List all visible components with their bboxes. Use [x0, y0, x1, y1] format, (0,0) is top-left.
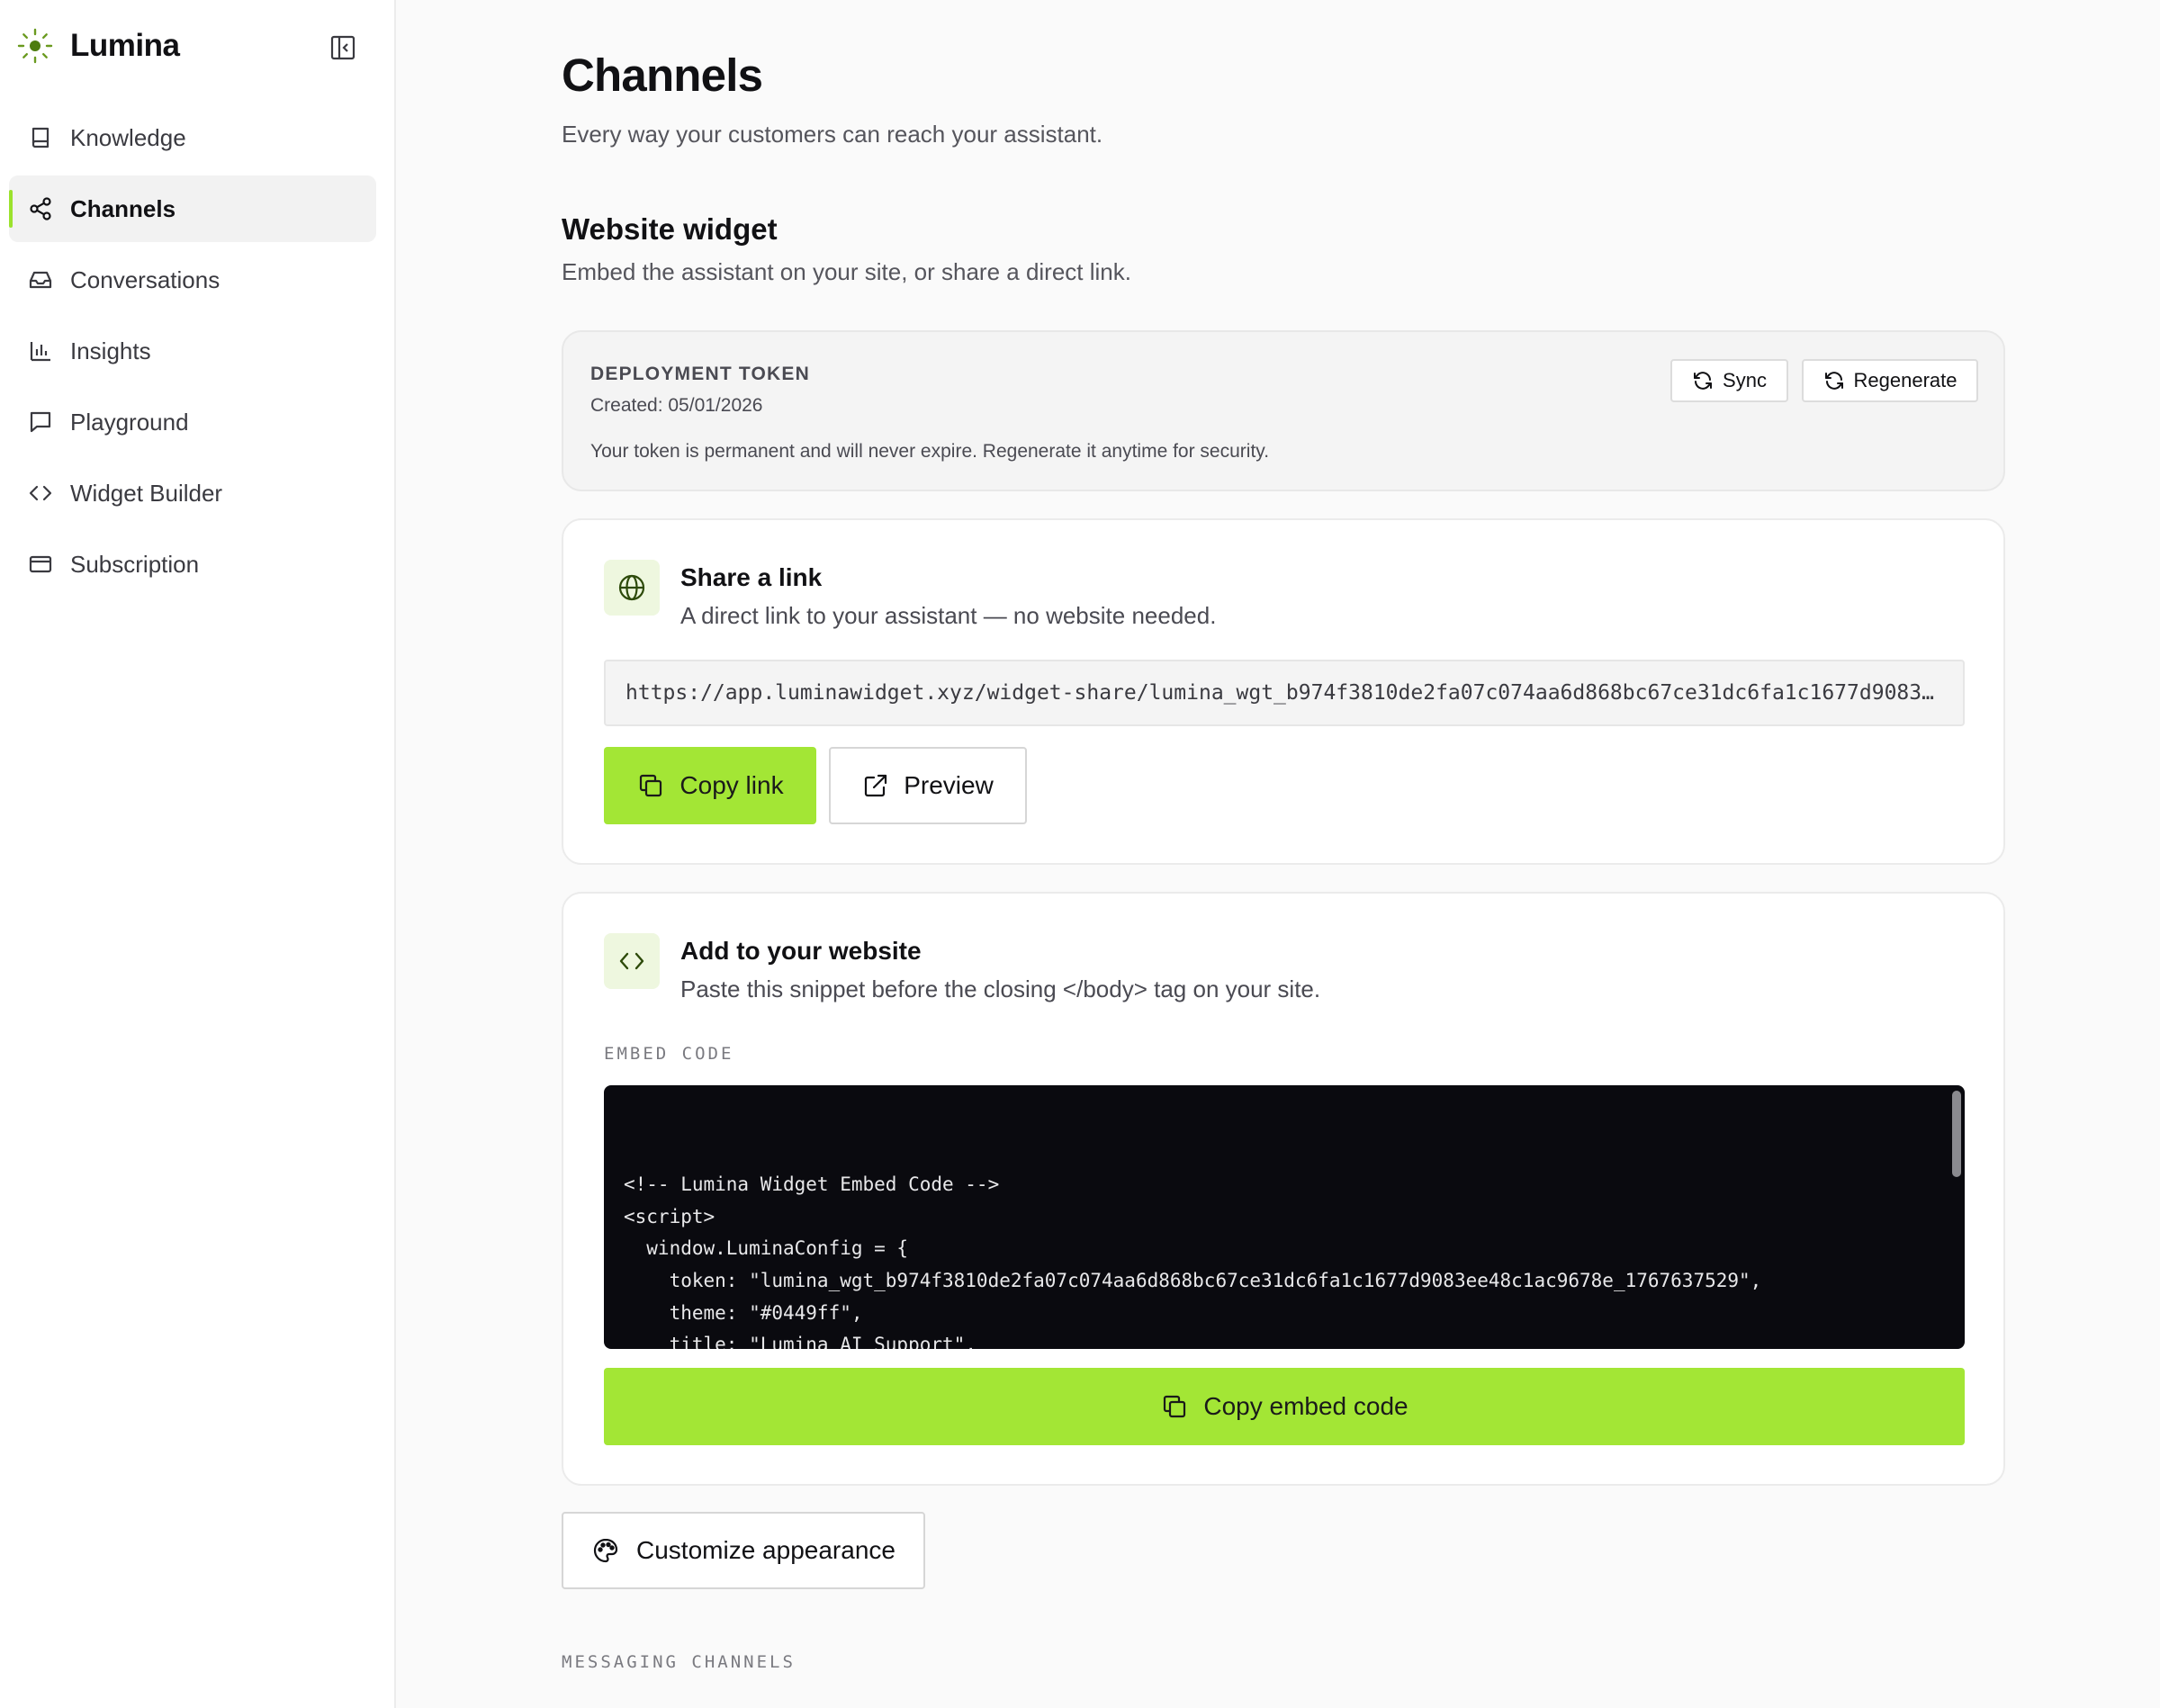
- external-link-icon: [862, 772, 889, 799]
- sidebar-collapse-icon: [329, 34, 356, 61]
- copy-embed-label: Copy embed code: [1203, 1392, 1408, 1420]
- globe-icon: [604, 560, 660, 616]
- inbox-icon: [27, 266, 54, 293]
- regenerate-button[interactable]: Regenerate: [1802, 359, 1978, 402]
- token-created-date: Created: 05/01/2026: [590, 395, 763, 416]
- share-title: Share a link: [680, 563, 823, 591]
- copy-embed-code-button[interactable]: Copy embed code: [604, 1368, 1965, 1445]
- token-note: Your token is permanent and will never e…: [590, 441, 1270, 462]
- section-title: Website widget: [562, 212, 778, 246]
- embed-subtitle: Paste this snippet before the closing </…: [680, 975, 1321, 1002]
- embed-title: Add to your website: [680, 937, 922, 965]
- sidebar-item-subscription[interactable]: Subscription: [9, 531, 376, 598]
- copy-icon: [636, 771, 665, 800]
- embed-code-block[interactable]: <!-- Lumina Widget Embed Code --> <scrip…: [604, 1085, 1965, 1349]
- code-scrollbar[interactable]: [1952, 1091, 1961, 1177]
- refresh-icon: [1692, 370, 1714, 391]
- sidebar-item-label: Channels: [70, 194, 176, 222]
- app-name: Lumina: [70, 28, 180, 63]
- code-icon: [604, 933, 660, 989]
- page-title: Channels: [562, 49, 763, 101]
- sidebar-item-label: Widget Builder: [70, 479, 223, 507]
- messaging-channels-heading: MESSAGING CHANNELS: [562, 1652, 796, 1672]
- book-icon: [27, 124, 54, 151]
- sidebar-item-label: Conversations: [70, 265, 220, 293]
- sidebar-item-label: Subscription: [70, 550, 200, 578]
- regenerate-label: Regenerate: [1853, 369, 1958, 391]
- preview-button[interactable]: Preview: [829, 747, 1027, 824]
- deployment-token-card: DEPLOYMENT TOKEN Created: 05/01/2026 You…: [562, 330, 2005, 491]
- share-icon: [27, 195, 54, 222]
- sidebar-item-widget-builder[interactable]: Widget Builder: [9, 460, 376, 526]
- sidebar-item-conversations[interactable]: Conversations: [9, 247, 376, 313]
- sidebar-item-insights[interactable]: Insights: [9, 318, 376, 384]
- preview-label: Preview: [904, 771, 994, 799]
- copy-link-button[interactable]: Copy link: [604, 747, 816, 824]
- sync-button[interactable]: Sync: [1670, 359, 1788, 402]
- palette-icon: [591, 1536, 620, 1565]
- refresh-icon: [1823, 370, 1845, 391]
- share-subtitle: A direct link to your assistant — no web…: [680, 602, 1217, 629]
- copy-link-label: Copy link: [680, 771, 784, 799]
- page-subtitle: Every way your customers can reach your …: [562, 121, 1103, 148]
- share-link-card: Share a link A direct link to your assis…: [562, 518, 2005, 865]
- section-subtitle: Embed the assistant on your site, or sha…: [562, 258, 1131, 285]
- embed-code-card: Add to your website Paste this snippet b…: [562, 892, 2005, 1486]
- sidebar: Lumina Knowledge Channels Conversations …: [0, 0, 396, 1708]
- share-url: https://app.luminawidget.xyz/widget-shar…: [626, 681, 1943, 705]
- sidebar-item-label: Insights: [70, 337, 151, 364]
- sidebar-item-playground[interactable]: Playground: [9, 389, 376, 455]
- sidebar-item-label: Knowledge: [70, 123, 186, 151]
- lumina-logo-icon: [16, 27, 54, 65]
- sidebar-item-knowledge[interactable]: Knowledge: [9, 104, 376, 171]
- sidebar-item-channels[interactable]: Channels: [9, 175, 376, 242]
- code-icon: [27, 480, 54, 507]
- chat-bubble-icon: [27, 409, 54, 436]
- customize-appearance-button[interactable]: Customize appearance: [562, 1512, 925, 1589]
- bar-chart-icon: [27, 337, 54, 364]
- share-url-field[interactable]: https://app.luminawidget.xyz/widget-shar…: [604, 660, 1965, 726]
- embed-code-label: EMBED CODE: [604, 1044, 734, 1064]
- token-label: DEPLOYMENT TOKEN: [590, 364, 810, 384]
- sidebar-nav: Knowledge Channels Conversations Insight…: [9, 104, 376, 602]
- sync-label: Sync: [1723, 369, 1767, 391]
- brand[interactable]: Lumina: [16, 25, 180, 67]
- customize-label: Customize appearance: [636, 1536, 896, 1564]
- copy-icon: [1160, 1392, 1189, 1421]
- embed-code-text: <!-- Lumina Widget Embed Code --> <scrip…: [624, 1173, 1762, 1349]
- sidebar-item-label: Playground: [70, 408, 189, 436]
- collapse-sidebar-button[interactable]: [326, 31, 360, 65]
- credit-card-icon: [27, 551, 54, 578]
